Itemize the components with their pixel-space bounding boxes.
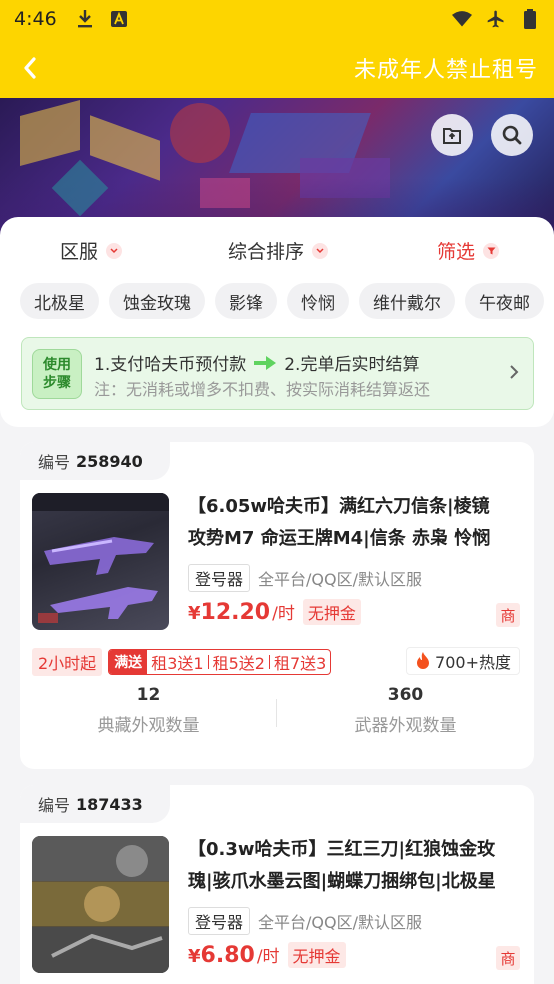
promo-row: 2小时起 满送 租3送1 租5送2 租7送3	[32, 648, 332, 676]
price-value: 6.80	[200, 943, 255, 968]
promo-box: 满送 租3送1 租5送2 租7送3	[108, 649, 332, 675]
tag-chips: 北极星 蚀金玫瑰 影锋 怜悯 维什戴尔 午夜邮	[20, 283, 544, 319]
chevron-down-icon	[106, 242, 123, 259]
app-bar: 未成年人禁止租号	[0, 38, 554, 98]
listing-title: 【0.3w哈夫币】三红三刀|红狼蚀金玫 瑰|骇爪水墨云图|蝴蝶刀捆绑包|北极星	[188, 839, 496, 892]
step-one: 1.支付哈夫币预付款	[94, 355, 247, 375]
battery-icon	[520, 9, 540, 29]
search-button[interactable]	[491, 114, 533, 156]
price: ¥ 12.20 /时 无押金	[188, 599, 361, 625]
sort-label: 综合排序	[228, 241, 305, 263]
filter-button[interactable]: 筛选	[437, 237, 500, 264]
min-time-badge: 2小时起	[32, 648, 103, 676]
login-tool-tag: 登号器	[188, 907, 251, 935]
steps-line: 1.支付哈夫币预付款 2.完单后实时结算	[94, 350, 419, 375]
region-label: 区服	[60, 241, 99, 263]
platform-info: 全平台/QQ区/默认区服	[258, 913, 422, 932]
promo-item: 租5送2	[212, 654, 265, 673]
listing-card[interactable]: 编号 187433 【0.3w哈夫币】三红三刀|红狼蚀金玫 瑰|骇爪水墨云图|蝴蝶…	[20, 785, 534, 984]
status-bar: 4:46	[0, 0, 554, 38]
popularity-badge: 700+热度	[406, 647, 520, 675]
page-title: 未成年人禁止租号	[353, 58, 538, 83]
sort-dropdown[interactable]: 综合排序	[228, 237, 329, 264]
share-button[interactable]	[431, 114, 473, 156]
promo-item: 租3送1	[151, 654, 204, 673]
airplane-mode-icon	[486, 9, 506, 29]
weapon-image	[32, 493, 169, 623]
listing-number: 编号 187433	[20, 785, 170, 823]
search-icon	[502, 125, 522, 145]
chip[interactable]: 影锋	[215, 283, 277, 319]
merchant-badge: 商	[496, 603, 520, 627]
arrow-right-icon	[254, 355, 277, 370]
listing-thumbnail	[32, 836, 169, 973]
listing-stats: 12 典藏外观数量 360 武器外观数量	[20, 685, 534, 736]
wifi-icon	[452, 9, 472, 29]
promo-item: 租7送3	[273, 654, 327, 673]
sort-bar: 区服 综合排序 筛选	[0, 237, 554, 273]
chip[interactable]: 北极星	[20, 283, 99, 319]
login-tool-tag: 登号器	[188, 564, 251, 592]
no-deposit-badge: 无押金	[287, 942, 346, 968]
character-image	[32, 836, 169, 973]
promo-tag: 满送	[109, 650, 148, 674]
filter-panel: 区服 综合排序 筛选 北极星 蚀金玫瑰 影锋 怜悯 维什戴尔 午夜邮 使用 步骤…	[0, 217, 554, 427]
chip[interactable]: 蚀金玫瑰	[109, 283, 205, 319]
price: ¥ 6.80 /时 无押金	[188, 942, 346, 968]
listing-tags: 登号器 全平台/QQ区/默认区服	[188, 564, 422, 592]
steps-note: 注：无消耗或增多不扣费、按实际消耗结算返还	[94, 380, 431, 399]
flame-icon	[417, 652, 430, 669]
step-two: 2.完单后实时结算	[284, 355, 420, 375]
chip[interactable]: 午夜邮	[465, 283, 544, 319]
funnel-icon	[483, 242, 500, 259]
steps-badge: 使用 步骤	[32, 349, 82, 399]
chip[interactable]: 维什戴尔	[359, 283, 455, 319]
no-deposit-badge: 无押金	[302, 599, 361, 625]
platform-info: 全平台/QQ区/默认区服	[258, 570, 422, 589]
export-icon	[443, 128, 461, 144]
filter-label: 筛选	[437, 241, 476, 263]
stat-collection: 12 典藏外观数量	[97, 685, 200, 736]
listing-number: 编号 258940	[20, 442, 170, 480]
usage-steps-banner[interactable]: 使用 步骤 1.支付哈夫币预付款 2.完单后实时结算 注：无消耗或增多不扣费、按…	[21, 337, 534, 410]
region-dropdown[interactable]: 区服	[60, 237, 123, 264]
chevron-left-icon	[24, 57, 36, 79]
download-icon	[75, 9, 95, 29]
chevron-right-icon	[510, 365, 519, 379]
merchant-badge: 商	[496, 946, 520, 970]
listing-title: 【6.05w哈夫币】满红六刀信条|棱镜 攻势M7 命运王牌M4|信条 赤枭 怜悯	[188, 496, 491, 549]
stat-weapon-skins: 360 武器外观数量	[354, 685, 457, 736]
listing-tags: 登号器 全平台/QQ区/默认区服	[188, 907, 422, 935]
chip[interactable]: 怜悯	[287, 283, 349, 319]
listing-thumbnail	[32, 493, 169, 630]
app-notification-icon	[109, 9, 129, 29]
chevron-down-icon	[312, 242, 329, 259]
status-time: 4:46	[14, 8, 57, 30]
listing-card[interactable]: 编号 258940 【6.05w哈夫币】满红六刀信条|棱镜 攻势M7 命运王牌M4…	[20, 442, 534, 769]
back-button[interactable]	[0, 38, 60, 98]
price-value: 12.20	[200, 600, 271, 625]
